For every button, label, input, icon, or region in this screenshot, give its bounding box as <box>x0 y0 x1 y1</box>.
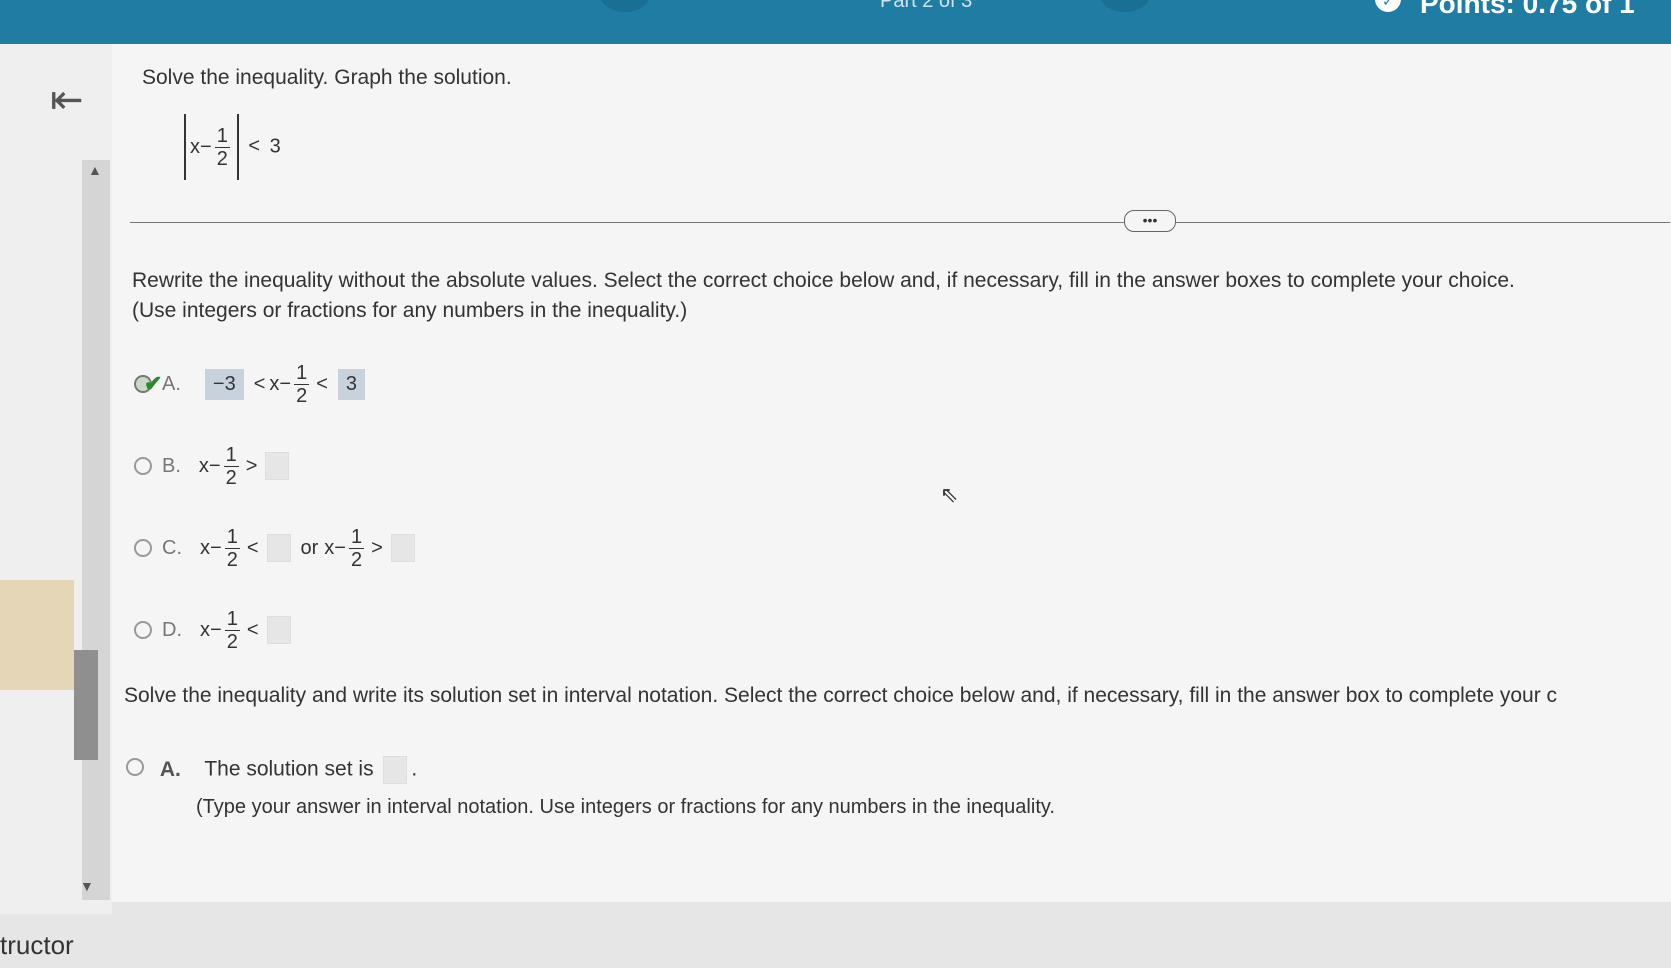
absolute-value: x − 1 2 <box>184 114 239 180</box>
minus-sign: − <box>210 618 222 641</box>
fraction-numerator: 1 <box>224 607 240 631</box>
answer-box-filled[interactable]: −3 <box>204 368 244 400</box>
problem-expression: x − 1 2 < 3 <box>184 114 281 184</box>
period: . <box>411 757 418 781</box>
fraction-denominator: 2 <box>226 548 238 571</box>
fraction-numerator: 1 <box>223 443 239 467</box>
minus-sign: − <box>279 372 292 395</box>
part-indicator: Part 2 of 3 <box>880 0 973 12</box>
question-title: Solve the inequality. Graph the solution… <box>142 66 512 89</box>
answer-box[interactable] <box>266 616 291 644</box>
minus-sign: − <box>210 536 222 559</box>
fraction: 1 2 <box>223 443 239 489</box>
fraction-denominator: 2 <box>226 630 238 653</box>
fraction-denominator: 2 <box>225 466 237 489</box>
fraction-numerator: 1 <box>224 525 240 549</box>
instructor-label: tructor <box>0 930 74 960</box>
instruction-line: Rewrite the inequality without the absol… <box>132 269 1515 292</box>
problem-rhs: 3 <box>269 135 281 158</box>
header-decoration <box>600 0 650 12</box>
mouse-cursor-icon: ⇖ <box>940 482 959 507</box>
top-bar: Part 2 of 3 ✓ Points: 0.75 of 1 <box>0 0 1671 44</box>
scrollbar-thumb[interactable] <box>74 650 98 760</box>
radio-button[interactable] <box>134 457 152 475</box>
fraction-numerator: 1 <box>294 361 310 385</box>
fraction: 1 2 <box>214 124 230 170</box>
more-button[interactable]: ••• <box>1124 210 1176 232</box>
less-than-sign: < <box>246 618 259 641</box>
instruction-line: (Use integers or fractions for any numbe… <box>132 299 688 322</box>
part1-instructions: Rewrite the inequality without the absol… <box>132 266 1515 326</box>
choice-letter: A. <box>159 757 181 781</box>
choice-c[interactable]: C. x − 1 2 < or x − 1 2 > <box>134 518 419 578</box>
fraction-numerator: 1 <box>348 525 365 549</box>
greater-than-sign: > <box>245 454 258 477</box>
less-than-sign: < <box>246 536 259 559</box>
first-page-icon[interactable]: ⇤ <box>50 80 94 120</box>
fraction-numerator: 1 <box>214 124 230 148</box>
choice-letter: D. <box>162 618 182 641</box>
triangle-down-icon[interactable]: ▼ <box>80 878 94 894</box>
variable: x <box>269 372 280 395</box>
variable: x <box>198 454 209 477</box>
answer-box[interactable] <box>390 534 415 562</box>
answer-box[interactable] <box>265 452 290 480</box>
answer-format-note: (Type your answer in interval notation. … <box>196 796 1055 818</box>
fraction: 1 2 <box>294 361 310 407</box>
radio-button[interactable] <box>134 539 152 557</box>
fraction-denominator: 2 <box>350 548 363 571</box>
less-than-sign: < <box>248 135 261 158</box>
radio-button[interactable] <box>126 757 144 776</box>
choice-letter: B. <box>162 454 181 477</box>
variable: x <box>200 618 210 641</box>
header-decoration <box>1100 0 1150 12</box>
choice-letter: A. <box>162 372 181 395</box>
fraction-denominator: 2 <box>296 384 308 407</box>
variable: x <box>324 536 335 559</box>
choice-d[interactable]: D. x − 1 2 < <box>134 600 295 660</box>
minus-sign: − <box>208 454 221 477</box>
greater-than-sign: > <box>371 536 383 559</box>
answer-box-filled[interactable]: 3 <box>337 368 366 400</box>
choice-letter: C. <box>162 536 182 559</box>
fraction: 1 2 <box>348 525 365 571</box>
fraction-denominator: 2 <box>216 147 228 170</box>
triangle-up-icon[interactable]: ▲ <box>88 162 102 178</box>
variable: x <box>200 536 210 559</box>
choice-a[interactable]: ✔ A. −3 < x − 1 2 < 3 <box>134 354 371 414</box>
less-than-sign: < <box>253 372 266 395</box>
interval-answer-box[interactable] <box>383 756 408 784</box>
choice-b[interactable]: B. x − 1 2 > <box>134 436 293 496</box>
variable: x <box>190 135 200 158</box>
fraction: 1 2 <box>224 607 240 653</box>
points-indicator: Points: 0.75 of 1 <box>1420 0 1635 19</box>
answer-box[interactable] <box>266 534 291 562</box>
or-word: or <box>300 536 319 559</box>
radio-button-selected[interactable]: ✔ <box>134 371 162 396</box>
choice-text: The solution set is <box>204 757 374 781</box>
minus-sign: − <box>200 135 212 158</box>
check-icon: ✓ <box>1375 0 1401 12</box>
less-than-sign: < <box>316 372 328 395</box>
minus-sign: − <box>334 536 346 559</box>
check-icon: ✔ <box>144 371 163 396</box>
part2-instructions: Solve the inequality and write its solut… <box>124 684 1558 707</box>
scrollbar[interactable] <box>82 160 110 900</box>
section-divider <box>130 222 1670 223</box>
radio-button[interactable] <box>134 621 152 639</box>
side-highlight <box>0 580 74 690</box>
part2-choice-a[interactable]: A. The solution set is . <box>126 756 417 784</box>
question-panel: Solve the inequality. Graph the solution… <box>112 44 1671 902</box>
fraction: 1 2 <box>224 525 240 571</box>
